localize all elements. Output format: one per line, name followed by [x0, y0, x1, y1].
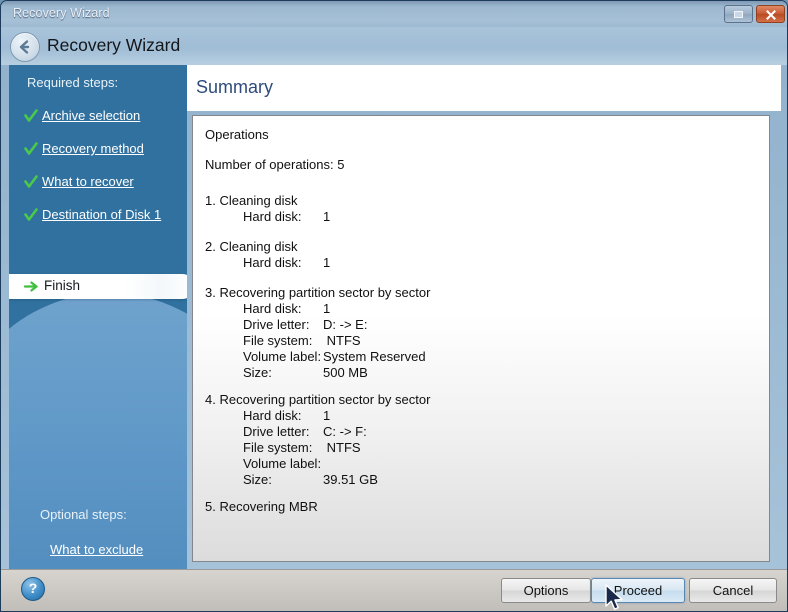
arrow-left-icon	[19, 40, 30, 54]
operation-field-label: Hard disk:	[243, 408, 302, 423]
operation-field-label: Hard disk:	[243, 255, 302, 270]
operation-heading: 4. Recovering partition sector by sector	[205, 392, 431, 407]
operation-field-label: Drive letter:	[243, 424, 310, 439]
optional-steps-label: Optional steps:	[40, 507, 127, 522]
operation-field-value: 1	[323, 209, 331, 224]
summary-panel: Operations Number of operations: 5 1. Cl…	[192, 115, 770, 562]
operation-field-value: NTFS	[323, 333, 361, 348]
operation-field-label: Size:	[243, 365, 272, 380]
recovery-wizard-window: Recovery Wizard Recovery Wizard Required…	[0, 0, 788, 612]
operation-field-label: Hard disk:	[243, 209, 302, 224]
operation-field-value: 1	[323, 255, 331, 270]
operation-heading: 5. Recovering MBR	[205, 499, 318, 514]
restore-icon	[734, 11, 743, 18]
sidebar-step-recovery-method[interactable]: Recovery method	[9, 138, 187, 162]
help-icon[interactable]: ?	[21, 577, 45, 601]
operation-field-value: 1	[323, 408, 331, 423]
back-button[interactable]	[10, 32, 40, 62]
wizard-steps-sidebar: Required steps: Archive selection Recove…	[9, 65, 187, 569]
operation-field-label: Size:	[243, 472, 272, 487]
window-title: Recovery Wizard	[13, 6, 110, 20]
restore-window-button[interactable]	[724, 5, 753, 23]
sidebar-step-label: Finish	[44, 278, 81, 293]
checkmark-icon	[24, 175, 38, 188]
checkmark-icon	[24, 208, 38, 221]
sidebar-step-archive-selection[interactable]: Archive selection	[9, 105, 187, 129]
sidebar-step-destination-of-disk-1[interactable]: Destination of Disk 1	[9, 204, 187, 228]
page-title: Summary	[196, 77, 274, 97]
operation-heading: 1. Cleaning disk	[205, 193, 298, 208]
operation-field-label: File system:	[243, 333, 313, 348]
sidebar-step-what-to-recover[interactable]: What to recover	[9, 171, 187, 195]
cancel-button[interactable]: Cancel	[689, 578, 777, 603]
operation-field-value: D: -> E:	[323, 317, 368, 332]
operation-field-value: 1	[323, 301, 331, 316]
sidebar-step-label[interactable]: Destination of Disk 1	[42, 207, 161, 222]
operation-heading: 2. Cleaning disk	[205, 239, 298, 254]
operation-field-label: Volume label:	[243, 456, 322, 471]
sidebar-step-label[interactable]: Recovery method	[42, 141, 144, 156]
checkmark-icon	[24, 142, 38, 155]
required-steps-label: Required steps:	[27, 75, 119, 90]
operation-heading: 3. Recovering partition sector by sector	[205, 285, 431, 300]
arrow-right-icon	[24, 281, 38, 292]
close-window-button[interactable]	[756, 5, 785, 23]
window-title-bar: Recovery Wizard	[1, 1, 787, 27]
app-header: Recovery Wizard	[1, 27, 787, 65]
operation-field-label: Volume label:	[243, 349, 322, 364]
sidebar-step-what-to-exclude[interactable]: What to exclude	[50, 542, 143, 557]
options-button[interactable]: Options	[501, 578, 591, 603]
operation-field-value: 39.51 GB	[323, 472, 378, 487]
help-icon-glyph: ?	[28, 580, 38, 596]
operations-count: Number of operations: 5	[205, 157, 345, 172]
operations-section-title: Operations	[205, 127, 269, 142]
checkmark-icon	[24, 109, 38, 122]
sidebar-step-label[interactable]: What to recover	[42, 174, 134, 189]
dialog-footer: ? Options Proceed Cancel	[1, 569, 787, 611]
operation-field-label: File system:	[243, 440, 313, 455]
operation-field-label: Hard disk:	[243, 301, 302, 316]
operation-field-value: NTFS	[323, 440, 361, 455]
operation-field-label: Drive letter:	[243, 317, 310, 332]
sidebar-step-finish[interactable]: Finish	[9, 274, 187, 299]
sidebar-step-label[interactable]: Archive selection	[42, 108, 140, 123]
mouse-cursor	[605, 584, 623, 610]
operation-field-value: 500 MB	[323, 365, 368, 380]
content-header: Summary	[187, 65, 781, 111]
app-title: Recovery Wizard	[47, 35, 181, 55]
operation-field-value: System Reserved	[323, 349, 426, 364]
operation-field-value: C: -> F:	[323, 424, 367, 439]
